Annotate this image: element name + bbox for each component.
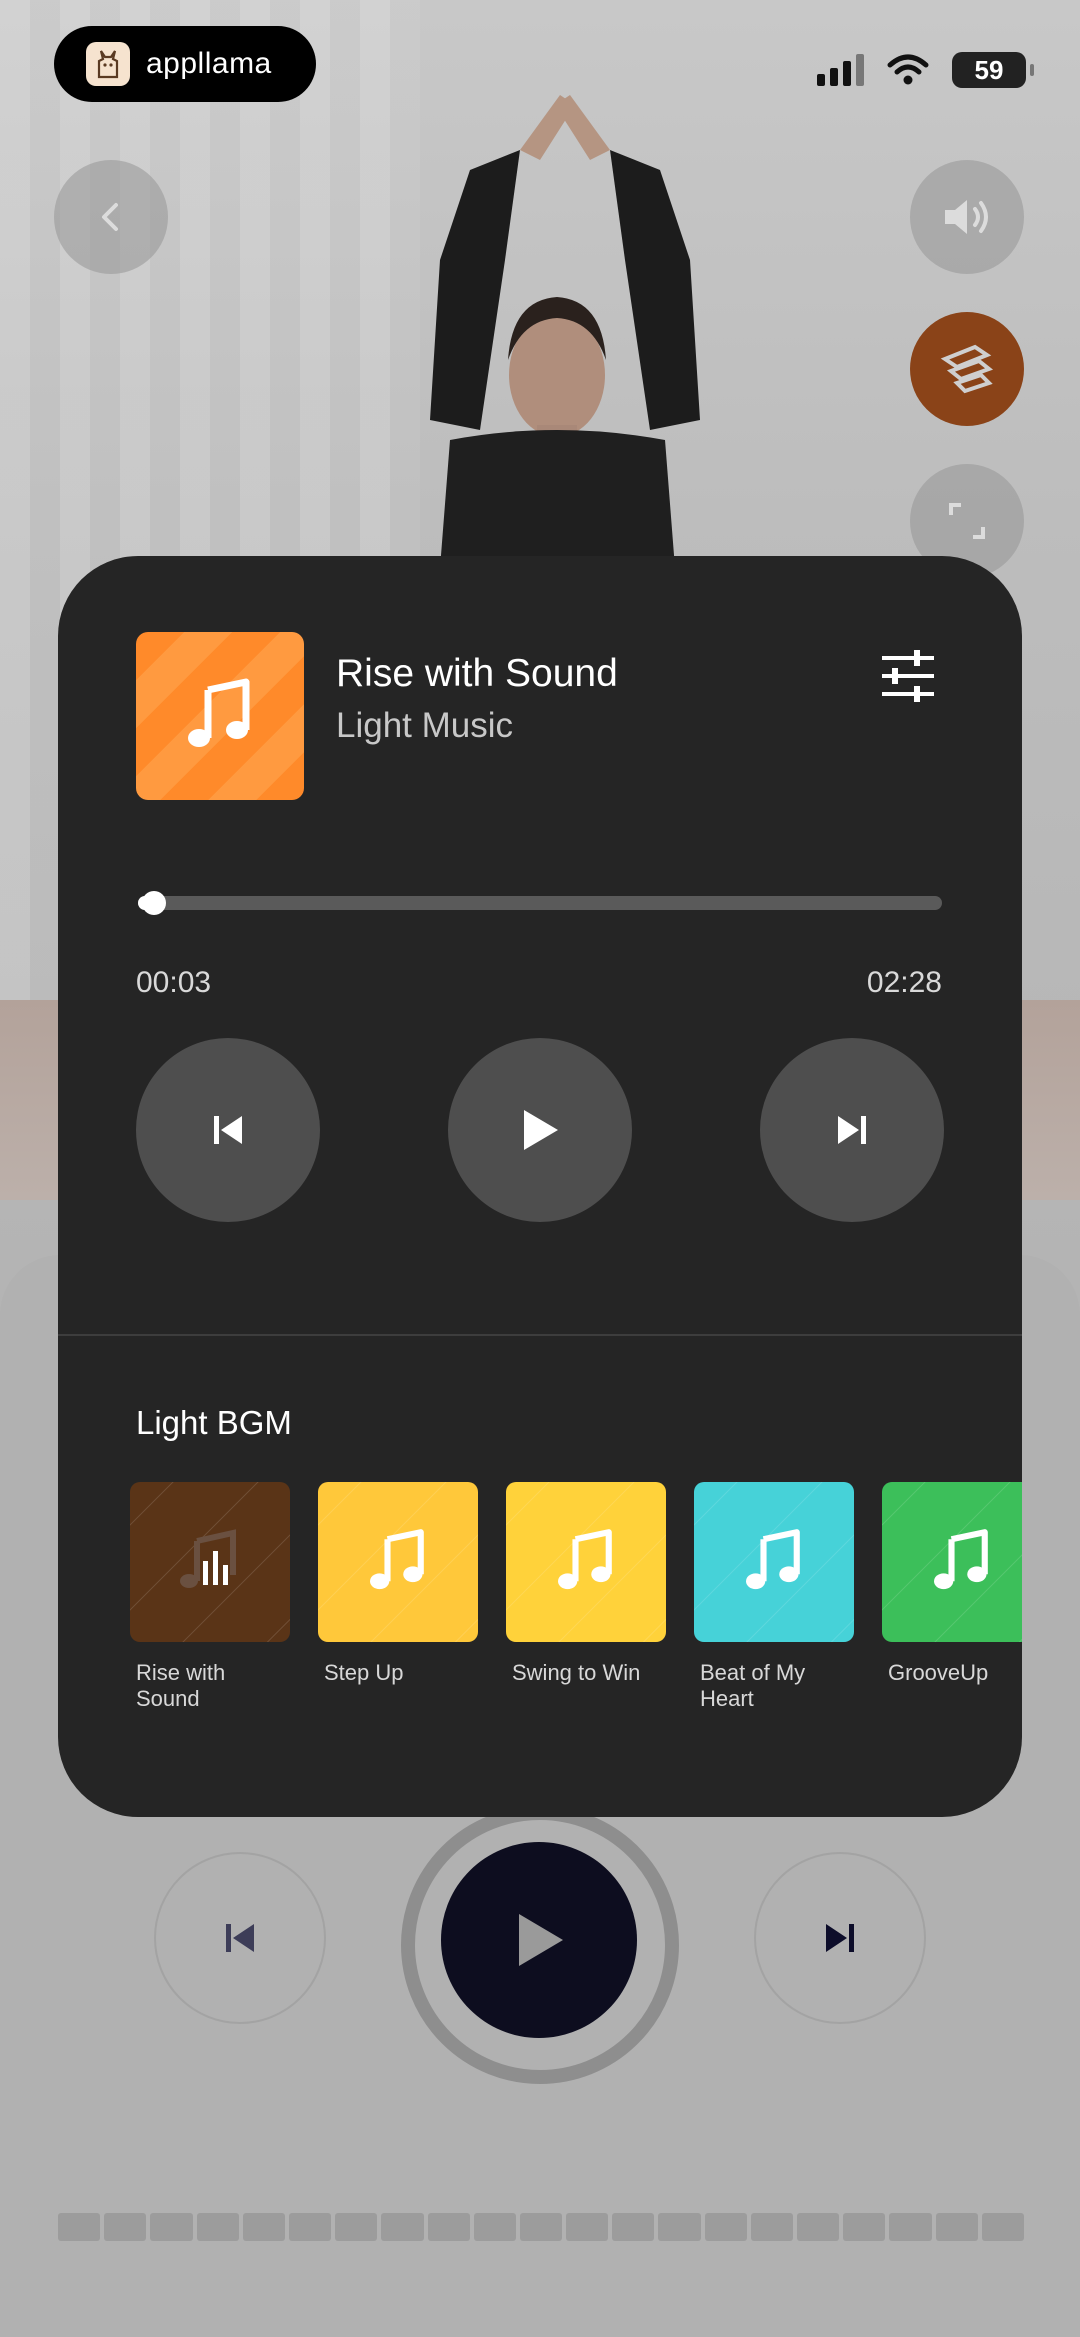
playlist-item-art [318,1482,478,1642]
playback-progress-bar[interactable] [138,891,942,915]
now-playing-icon [180,1529,236,1588]
music-settings-icon [940,344,994,394]
playlist-item[interactable]: Beat of My Heart [694,1482,854,1712]
playlist-item-label: GrooveUp [888,1660,989,1685]
workout-previous-button[interactable] [154,1852,326,2024]
track-category: Light Music [336,706,514,745]
skip-next-icon [838,1116,866,1144]
cellular-signal-icon [817,54,864,86]
previous-track-button[interactable] [136,1038,320,1222]
skip-previous-icon [226,1924,254,1952]
playlist-item[interactable]: GrooveUp [882,1482,1022,1712]
playback-progress-handle[interactable] [142,891,167,915]
playlist-item-label: Beat of My Heart [700,1660,806,1711]
playlist-item-art [694,1482,854,1642]
volume-button[interactable] [910,160,1024,274]
next-track-button[interactable] [760,1038,944,1222]
skip-previous-icon [214,1116,242,1144]
music-note-icon [558,1529,612,1590]
current-time: 00:03 [136,966,212,999]
skip-next-icon [826,1924,854,1952]
music-note-icon [746,1529,800,1590]
music-player-panel: Rise with Sound Light Music 00:03 02:28 … [58,556,1022,1817]
playlist-item-label: Step Up [324,1660,404,1685]
playlist-item-label: Rise with Sound [136,1660,226,1711]
music-note-icon [934,1529,988,1590]
playlist-item[interactable]: Swing to Win [506,1482,666,1712]
track-title: Rise with Sound [336,652,618,695]
music-note-icon [188,678,250,747]
play-icon [519,1914,563,1966]
playlist-tiles: Rise with Sound Step Up Swing to Win Bea… [130,1482,1022,1712]
playlist-item-art [130,1482,290,1642]
workout-segment-progress [58,2213,1024,2241]
play-icon [524,1110,558,1150]
status-indicators: 59 [817,52,1034,88]
playlist-item-art [506,1482,666,1642]
playlist-title: Light BGM [136,1404,292,1441]
back-button[interactable] [54,160,168,274]
expand-icon [949,503,985,539]
workout-next-button[interactable] [754,1852,926,2024]
speaker-icon [945,200,988,234]
battery-level: 59 [974,54,1004,85]
music-note-icon [370,1529,424,1590]
play-track-button[interactable] [448,1038,632,1222]
total-time: 02:28 [866,966,942,999]
playlist-item[interactable]: Step Up [318,1482,478,1712]
album-art [136,632,304,800]
brand-name: appllama [146,47,272,80]
chevron-left-icon [102,203,118,231]
panel-divider [58,1334,1022,1336]
app-brand-pill[interactable]: appllama [54,26,316,102]
playlist-item-label: Swing to Win [512,1660,641,1685]
playlist-item[interactable]: Rise with Sound [130,1482,290,1712]
workout-play-button[interactable] [441,1842,637,2038]
playlist-item-art [882,1482,1022,1642]
wifi-icon [887,54,929,85]
llama-logo-icon [86,42,130,86]
sliders-icon[interactable] [878,646,938,706]
music-settings-button[interactable] [910,312,1024,426]
battery-indicator: 59 [952,52,1034,88]
